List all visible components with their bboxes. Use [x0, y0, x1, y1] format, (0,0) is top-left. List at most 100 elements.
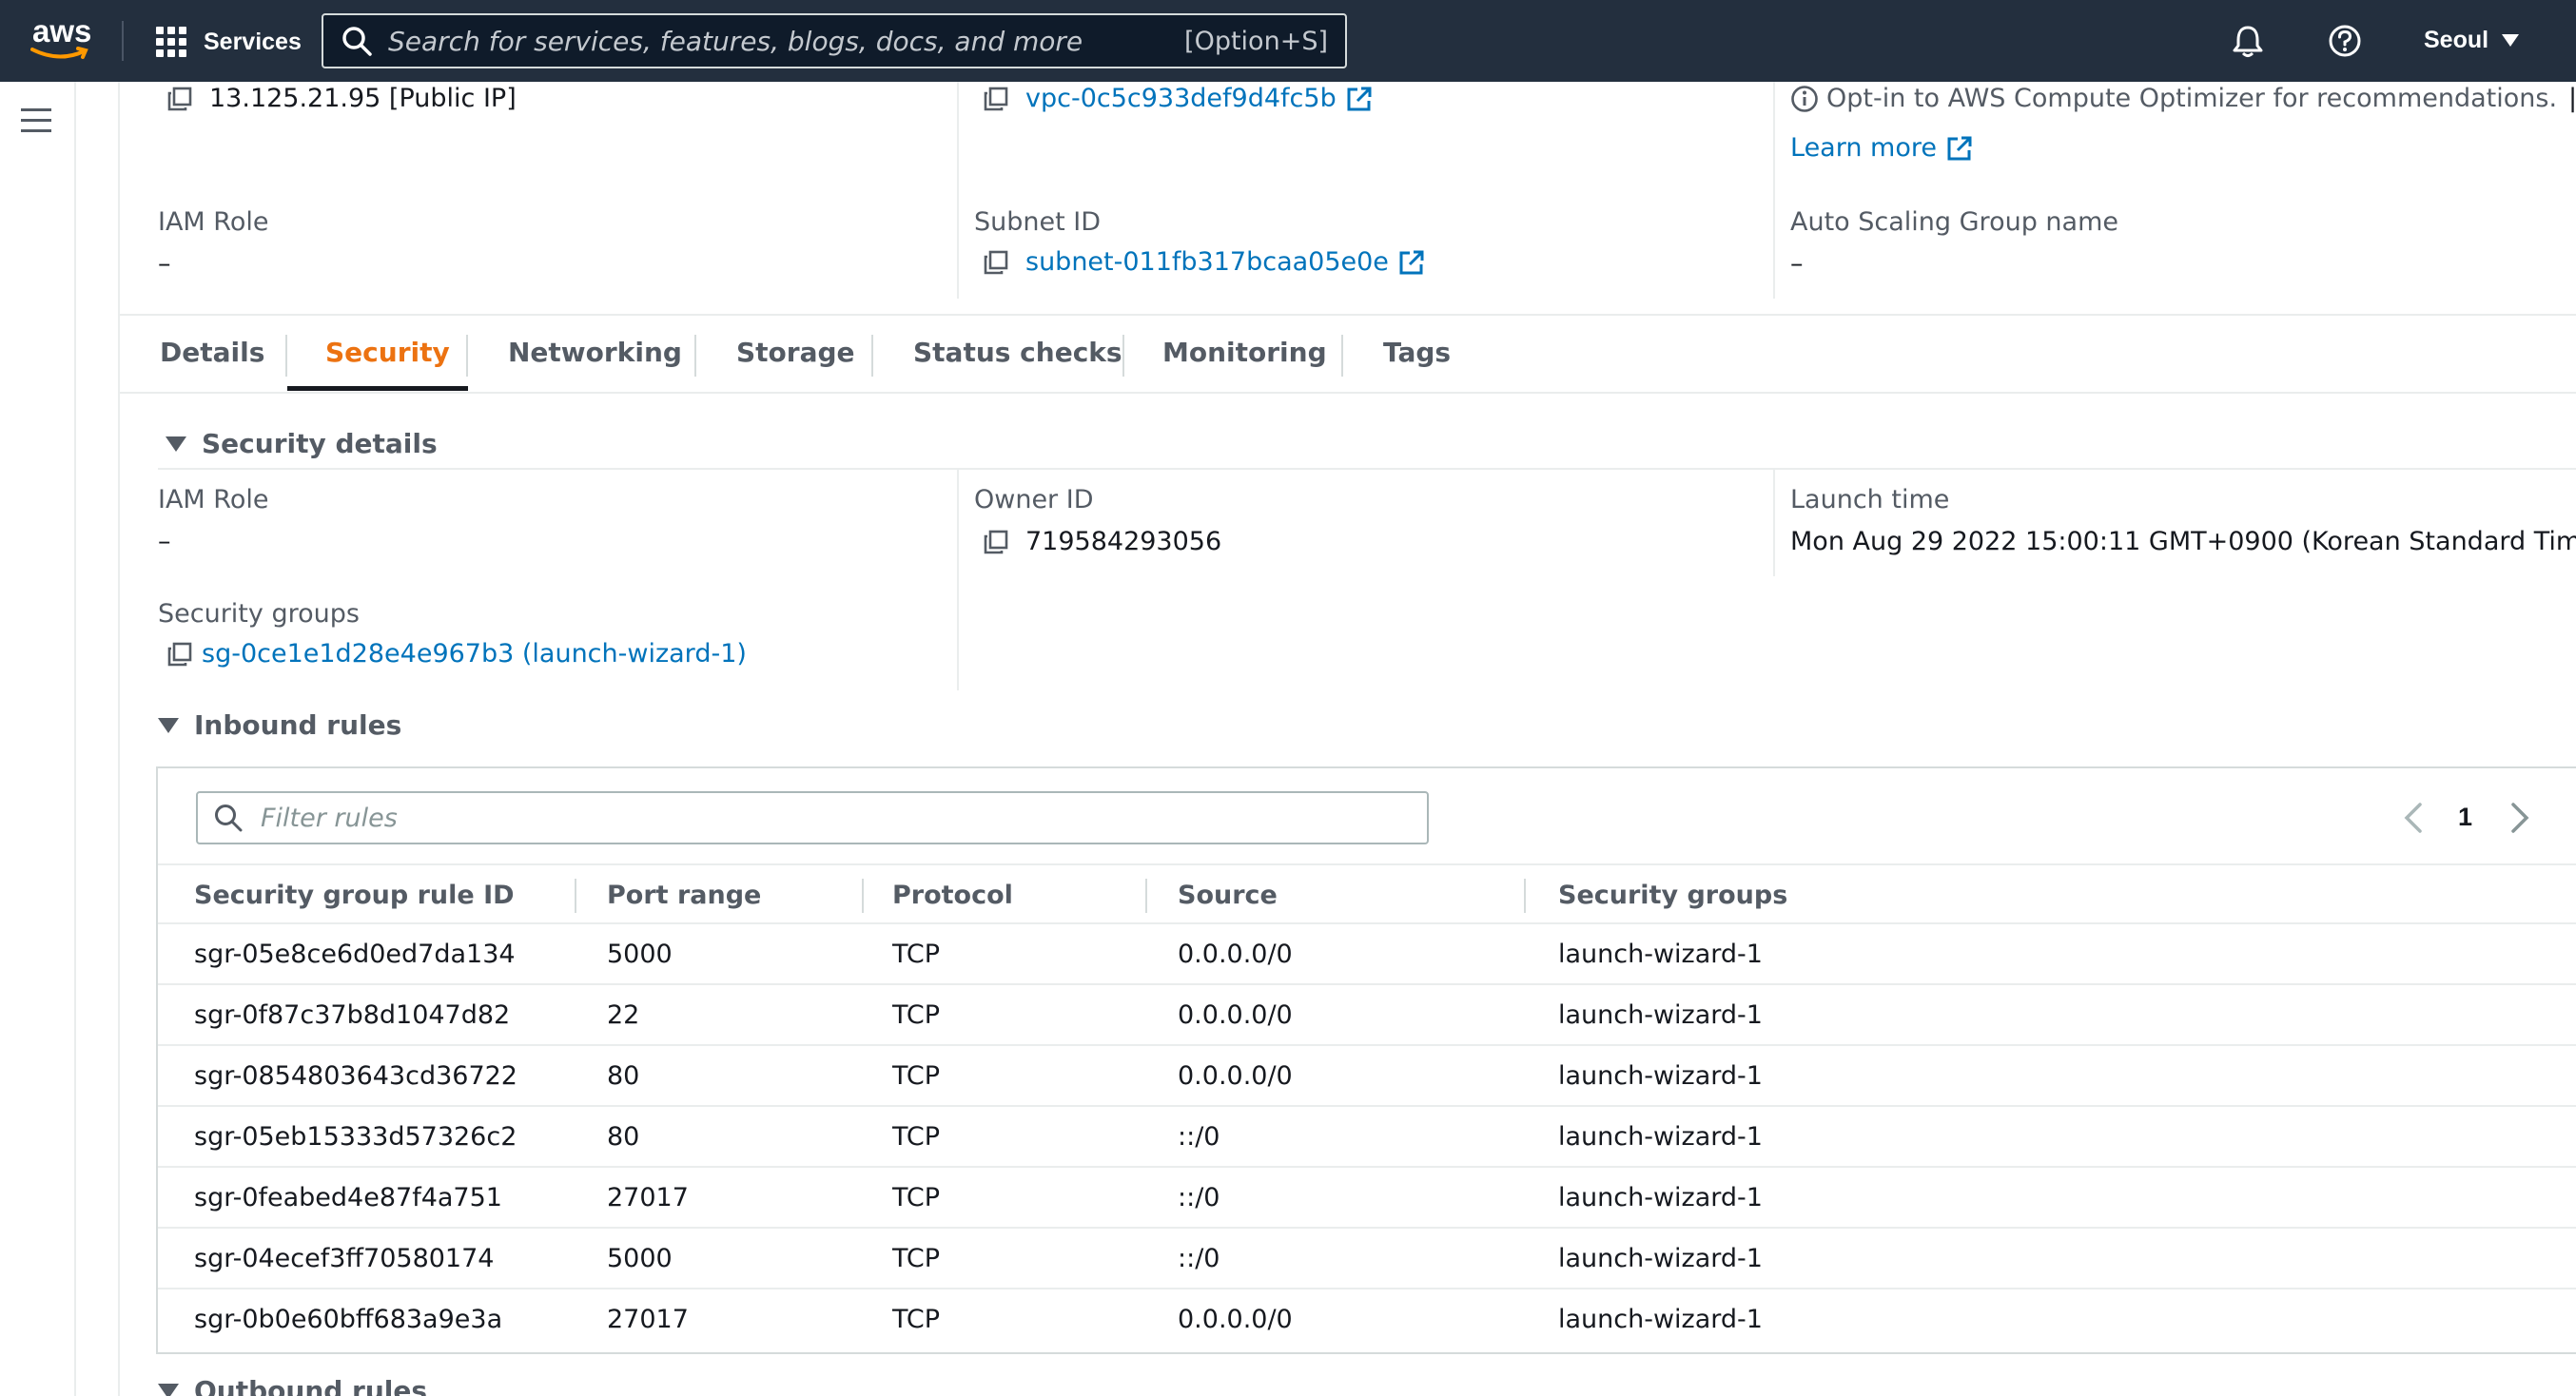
- source-cell: ::/0: [1178, 1122, 1220, 1152]
- aws-logo[interactable]: aws: [30, 13, 97, 67]
- side-navigation-rail: [0, 82, 76, 1396]
- table-row: sgr-04ecef3ff70580174 5000 TCP::/0 launch-w…: [158, 1229, 2576, 1289]
- chevron-right-icon[interactable]: [2508, 799, 2532, 837]
- search-shortcut: [Option+S]: [1184, 27, 1328, 56]
- protocol-cell: TCP: [892, 1305, 941, 1334]
- global-search[interactable]: [Option+S]: [322, 13, 1347, 68]
- tab-networking[interactable]: Networking: [508, 337, 682, 368]
- source-cell: 0.0.0.0/0: [1178, 1305, 1293, 1334]
- help-icon[interactable]: [2327, 23, 2363, 59]
- tab-details[interactable]: Details: [160, 337, 264, 368]
- column-divider: [957, 470, 959, 690]
- inbound-rules-heading: Inbound rules: [194, 709, 402, 741]
- security-group-link[interactable]: sg-0ce1e1d28e4e967b3 (launch-wizard-1): [202, 639, 747, 669]
- caret-down-icon: [158, 1383, 179, 1396]
- notifications-bell-icon[interactable]: [2230, 25, 2266, 59]
- tab-status-checks[interactable]: Status checks: [913, 337, 1122, 368]
- tab-divider: [871, 335, 873, 377]
- rule-id-cell: sgr-0b0e60bff683a9e3a: [194, 1305, 503, 1334]
- external-link-icon[interactable]: [1946, 135, 1973, 162]
- port-range-cell: 27017: [607, 1305, 689, 1334]
- column-resizer[interactable]: [575, 879, 576, 913]
- region-label: Seoul: [2424, 27, 2489, 53]
- copy-icon[interactable]: [167, 642, 192, 667]
- security-group-cell: launch-wizard-1: [1558, 1244, 1763, 1273]
- protocol-cell: TCP: [892, 1061, 941, 1091]
- chevron-left-icon[interactable]: [2401, 799, 2426, 837]
- caret-down-icon: [2502, 34, 2520, 47]
- port-range-cell: 80: [607, 1061, 640, 1091]
- column-header-protocol[interactable]: Protocol: [892, 881, 1013, 910]
- search-icon: [342, 27, 372, 56]
- region-selector[interactable]: Seoul: [2424, 27, 2520, 54]
- table-row: sgr-0f87c37b8d1047d82 22 TCP 0.0.0.0/0 launc…: [158, 985, 2576, 1046]
- column-resizer[interactable]: [1524, 879, 1526, 913]
- top-navigation: aws Services [Option+S] Seoul: [0, 0, 2576, 82]
- subnet-id-link[interactable]: subnet-011fb317bcaa05e0e: [1025, 247, 1389, 277]
- aws-logo-text: aws: [32, 13, 92, 48]
- copy-icon[interactable]: [984, 530, 1008, 554]
- filter-rules-input[interactable]: [261, 803, 1212, 833]
- source-cell: 0.0.0.0/0: [1178, 940, 1293, 969]
- port-range-cell: 5000: [607, 940, 673, 969]
- column-resizer[interactable]: [862, 879, 864, 913]
- learn-more[interactable]: Learn more: [1790, 133, 1973, 163]
- vpc-id-link[interactable]: vpc-0c5c933def9d4fc5b: [1025, 84, 1337, 113]
- menu-hamburger-icon[interactable]: [21, 108, 51, 133]
- sd-iam-role-label: IAM Role: [158, 485, 269, 514]
- protocol-cell: TCP: [892, 940, 941, 969]
- rule-id-cell: sgr-0f87c37b8d1047d82: [194, 1000, 511, 1030]
- compute-optimizer-notice: Opt-in to AWS Compute Optimizer for reco…: [1790, 84, 2576, 113]
- nav-divider: [122, 21, 124, 61]
- owner-id-label: Owner ID: [974, 485, 1094, 514]
- inbound-rules-toggle[interactable]: Inbound rules: [158, 709, 401, 741]
- column-header-port-range[interactable]: Port range: [607, 881, 761, 910]
- sd-iam-role-value: –: [158, 527, 171, 556]
- outbound-rules-toggle[interactable]: Outbound rules: [158, 1375, 427, 1396]
- tab-divider: [694, 335, 696, 377]
- rule-id-cell: sgr-05e8ce6d0ed7da134: [194, 940, 516, 969]
- tab-storage[interactable]: Storage: [736, 337, 855, 368]
- column-header-security-groups[interactable]: Security groups: [1558, 881, 1787, 910]
- section-divider: [158, 468, 2576, 470]
- security-details-toggle[interactable]: Security details: [166, 428, 438, 459]
- column-resizer[interactable]: [1145, 879, 1147, 913]
- search-input[interactable]: [388, 25, 1149, 57]
- source-cell: 0.0.0.0/0: [1178, 1000, 1293, 1030]
- caret-down-icon: [166, 436, 186, 452]
- external-link-icon[interactable]: [1346, 86, 1373, 112]
- compute-optimizer-text: Opt-in to AWS Compute Optimizer for reco…: [1826, 84, 2558, 113]
- owner-id-value: 719584293056: [984, 527, 1221, 556]
- tab-tags[interactable]: Tags: [1383, 337, 1451, 368]
- learn-more-link[interactable]: Learn more: [1790, 133, 1937, 163]
- column-header-rule-id[interactable]: Security group rule ID: [194, 881, 515, 910]
- launch-time-value: Mon Aug 29 2022 15:00:11 GMT+0900 (Korea…: [1790, 527, 2576, 556]
- external-link-icon[interactable]: [1398, 249, 1425, 276]
- caret-down-icon: [158, 717, 179, 733]
- column-header-source[interactable]: Source: [1178, 881, 1278, 910]
- source-cell: 0.0.0.0/0: [1178, 1061, 1293, 1091]
- current-page-number[interactable]: 1: [2458, 803, 2472, 832]
- tab-divider: [1341, 335, 1343, 377]
- copy-icon[interactable]: [167, 87, 192, 111]
- copy-icon[interactable]: [984, 87, 1008, 111]
- protocol-cell: TCP: [892, 1244, 941, 1273]
- iam-role-value: –: [158, 249, 171, 279]
- filter-rules[interactable]: [196, 791, 1429, 844]
- security-details-heading: Security details: [202, 428, 438, 459]
- services-grid-icon: [156, 27, 186, 57]
- public-ip-text: 13.125.21.95 [Public IP]: [209, 84, 517, 113]
- protocol-cell: TCP: [892, 1183, 941, 1212]
- outbound-rules-heading: Outbound rules: [194, 1375, 428, 1396]
- services-menu-button[interactable]: Services: [156, 23, 302, 61]
- tab-security[interactable]: Security: [325, 337, 450, 368]
- rule-id-cell: sgr-04ecef3ff70580174: [194, 1244, 495, 1273]
- services-label: Services: [204, 28, 302, 55]
- rule-id-cell: sgr-0854803643cd36722: [194, 1061, 517, 1091]
- security-group-cell: launch-wizard-1: [1558, 1122, 1763, 1152]
- table-row: sgr-05eb15333d57326c2 80 TCP::/0 launch-wiz…: [158, 1107, 2576, 1168]
- iam-role-label: IAM Role: [158, 207, 269, 237]
- asg-name-value: –: [1790, 249, 1804, 279]
- copy-icon[interactable]: [984, 250, 1008, 275]
- tab-monitoring[interactable]: Monitoring: [1162, 337, 1327, 368]
